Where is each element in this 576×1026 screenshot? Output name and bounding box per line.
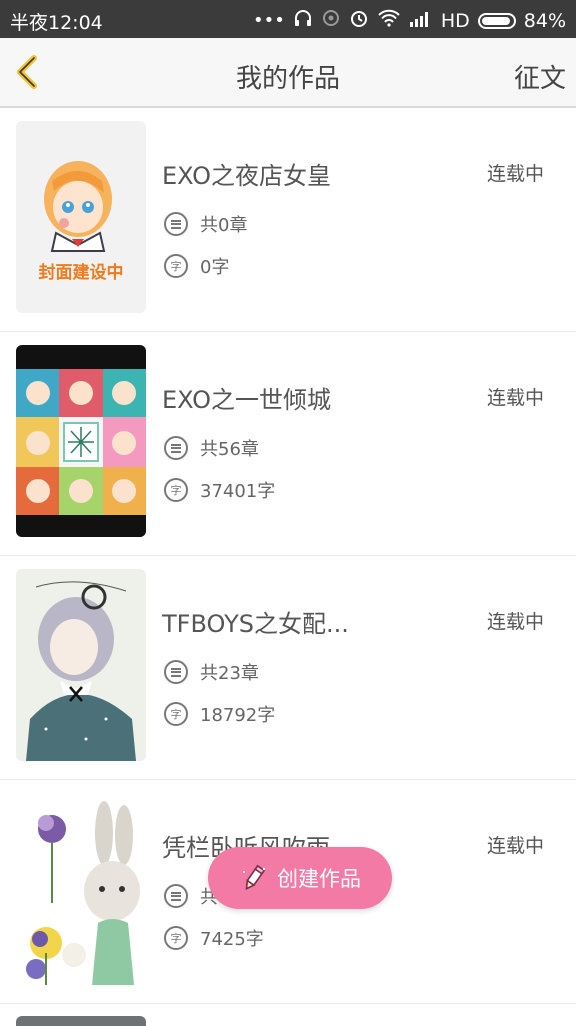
word-count-text: 37401字 xyxy=(200,481,276,502)
word-count-text: 0字 xyxy=(200,257,230,278)
work-status: 连载中 xyxy=(486,387,544,409)
chibi-collage-cover xyxy=(16,369,146,515)
chapter-count: 共56章 xyxy=(164,435,259,461)
headphones-icon xyxy=(293,8,313,33)
character-icon: 字 xyxy=(164,478,188,502)
create-work-button[interactable]: 创建作品 xyxy=(208,847,392,909)
more-dots-icon: ••• xyxy=(252,9,285,31)
cover-image xyxy=(16,569,146,761)
status-time: 半夜12:04 xyxy=(10,12,103,34)
list-icon xyxy=(164,660,188,684)
app-header: 我的作品 征文 xyxy=(0,38,576,108)
wifi-icon xyxy=(377,8,401,33)
work-status: 连载中 xyxy=(486,163,544,185)
list-icon xyxy=(164,212,188,236)
character-icon: 字 xyxy=(164,702,188,726)
create-work-label: 创建作品 xyxy=(277,867,361,891)
word-count-text: 7425字 xyxy=(200,929,264,950)
network-type: HD xyxy=(440,9,470,32)
character-icon: 字 xyxy=(164,254,188,278)
cover-image xyxy=(16,345,146,537)
status-bar: 半夜12:04 ••• HD 84% xyxy=(0,0,576,38)
battery-icon xyxy=(477,12,516,29)
work-item[interactable]: TFBOYS之女配... 连载中 共23章 字 18792字 xyxy=(0,556,576,780)
work-status: 连载中 xyxy=(486,611,544,633)
next-cover-peek xyxy=(16,1016,146,1026)
cover-image xyxy=(16,793,146,985)
signal-icon xyxy=(409,9,433,32)
illustrated-girl-cover xyxy=(26,581,136,761)
status-icons: ••• HD 84% xyxy=(253,8,566,33)
character-icon: 字 xyxy=(164,926,188,950)
work-title: TFBOYS之女配... xyxy=(162,610,349,638)
list-icon xyxy=(164,884,188,908)
cover-placeholder: 封面建设中 xyxy=(16,121,146,313)
word-count: 字 37401字 xyxy=(164,477,275,503)
list-icon xyxy=(164,436,188,460)
page-title: 我的作品 xyxy=(235,64,340,94)
contest-button[interactable]: 征文 xyxy=(514,58,566,95)
chapter-count-text: 共0章 xyxy=(200,215,248,236)
work-title: EXO之一世倾城 xyxy=(162,386,331,414)
work-item[interactable]: EXO之一世倾城 连载中 共56章 字 37401字 xyxy=(0,332,576,556)
work-item[interactable]: 封面建设中 EXO之夜店女皇 连载中 共0章 字 0字 xyxy=(0,108,576,332)
sync-icon xyxy=(321,8,341,33)
bunny-flowers-cover xyxy=(26,801,140,985)
chapter-count: 共0章 xyxy=(164,211,247,237)
work-status: 连载中 xyxy=(486,835,544,857)
chapter-count-text: 共56章 xyxy=(200,439,259,460)
word-count: 字 0字 xyxy=(164,253,229,279)
chapter-count: 共23章 xyxy=(164,659,259,685)
pencil-icon xyxy=(243,864,266,890)
word-count-text: 18792字 xyxy=(200,705,276,726)
cover-placeholder-text: 封面建设中 xyxy=(38,263,124,283)
word-count: 字 18792字 xyxy=(164,701,275,727)
alarm-icon xyxy=(349,8,369,33)
word-count: 字 7425字 xyxy=(164,925,264,951)
battery-percent: 84% xyxy=(523,9,566,32)
work-title: EXO之夜店女皇 xyxy=(162,162,331,190)
chapter-count-text: 共23章 xyxy=(200,663,259,684)
anime-girl-placeholder-icon xyxy=(44,161,112,252)
